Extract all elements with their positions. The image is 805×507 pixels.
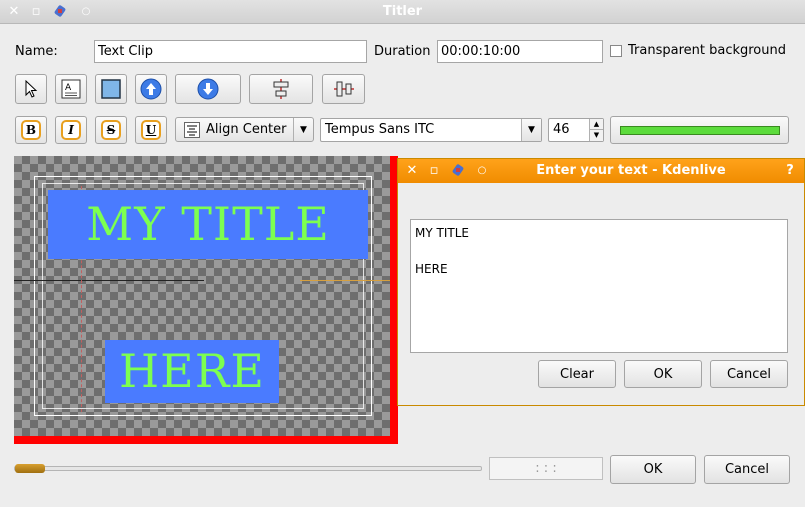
- cursor-icon: [25, 80, 38, 98]
- spin-down-icon[interactable]: ▼: [589, 130, 603, 141]
- font-size-value: 46: [553, 122, 570, 137]
- maximize-icon[interactable]: ▫: [426, 163, 442, 179]
- align-center-icon: [184, 122, 200, 138]
- window-titlebar: ✕ ▫ ○ Titler: [0, 0, 805, 24]
- bold-icon: B: [21, 120, 41, 140]
- italic-icon: I: [61, 120, 81, 140]
- select-tool-button[interactable]: [15, 74, 47, 104]
- window-title: Titler: [382, 4, 423, 19]
- dialog-titlebar: ✕ ▫ ○ Enter your text - Kdenlive ?: [398, 159, 804, 183]
- arrow-up-icon: [140, 78, 162, 100]
- underline-button[interactable]: U: [135, 116, 167, 144]
- ok-button[interactable]: OK: [610, 455, 696, 484]
- alignment-value: Align Center: [206, 122, 287, 137]
- raise-item-button[interactable]: [135, 74, 167, 104]
- lower-item-button[interactable]: [175, 74, 241, 104]
- cancel-button[interactable]: Cancel: [704, 455, 790, 484]
- title-canvas[interactable]: MY TITLE HERE: [14, 156, 398, 444]
- frame-border-bottom: [14, 436, 398, 444]
- timecode-field[interactable]: : : :: [489, 457, 603, 480]
- font-combo[interactable]: Tempus Sans ITC ▼: [320, 118, 542, 142]
- alignment-combo[interactable]: Align Center ▼: [175, 117, 314, 142]
- font-value: Tempus Sans ITC: [325, 122, 435, 137]
- enter-text-dialog: ✕ ▫ ○ Enter your text - Kdenlive ? MY TI…: [397, 158, 805, 406]
- font-size-spinbox[interactable]: 46 ▲ ▼: [548, 118, 604, 142]
- chevron-down-icon: ▼: [521, 119, 541, 141]
- here-text-item[interactable]: HERE: [105, 340, 279, 403]
- strikethrough-icon: S: [101, 120, 121, 140]
- chevron-down-icon: ▼: [293, 118, 313, 141]
- spin-up-icon[interactable]: ▲: [589, 119, 603, 130]
- color-swatch: [619, 125, 780, 135]
- guide-line: [14, 280, 204, 281]
- svg-text:A: A: [65, 83, 72, 93]
- rectangle-icon: [101, 79, 121, 99]
- align-hcenter-icon: [273, 79, 289, 99]
- timeline-slider[interactable]: [14, 464, 482, 473]
- clear-button[interactable]: Clear: [538, 360, 616, 388]
- align-vcenter-icon: [333, 81, 354, 97]
- title-text-item[interactable]: MY TITLE: [48, 190, 368, 259]
- guide-line: [300, 280, 390, 281]
- transparent-background-checkbox[interactable]: [610, 45, 622, 57]
- add-text-button[interactable]: A: [55, 74, 87, 104]
- dialog-cancel-button[interactable]: Cancel: [710, 360, 788, 388]
- close-icon[interactable]: ✕: [404, 163, 420, 179]
- strikethrough-button[interactable]: S: [95, 116, 127, 144]
- arrow-down-icon: [197, 78, 219, 100]
- name-input[interactable]: Text Clip: [94, 40, 367, 63]
- align-vertical-button[interactable]: [322, 74, 365, 104]
- dialog-ok-button[interactable]: OK: [624, 360, 702, 388]
- font-color-button[interactable]: [610, 116, 789, 144]
- bold-button[interactable]: B: [15, 116, 47, 144]
- duration-label: Duration: [374, 44, 431, 59]
- text-entry-area[interactable]: MY TITLE HERE: [410, 219, 788, 353]
- dialog-title: Enter your text - Kdenlive: [536, 163, 726, 178]
- align-horizontal-button[interactable]: [249, 74, 313, 104]
- transparent-background-label: Transparent background: [628, 43, 786, 58]
- add-rectangle-button[interactable]: [95, 74, 127, 104]
- name-label: Name:: [15, 44, 58, 59]
- text-icon: A: [61, 79, 81, 99]
- underline-icon: U: [141, 120, 161, 140]
- italic-button[interactable]: I: [55, 116, 87, 144]
- help-icon[interactable]: ?: [782, 163, 798, 179]
- duration-input[interactable]: 00:00:10:00: [437, 40, 603, 63]
- slider-handle[interactable]: [15, 464, 45, 473]
